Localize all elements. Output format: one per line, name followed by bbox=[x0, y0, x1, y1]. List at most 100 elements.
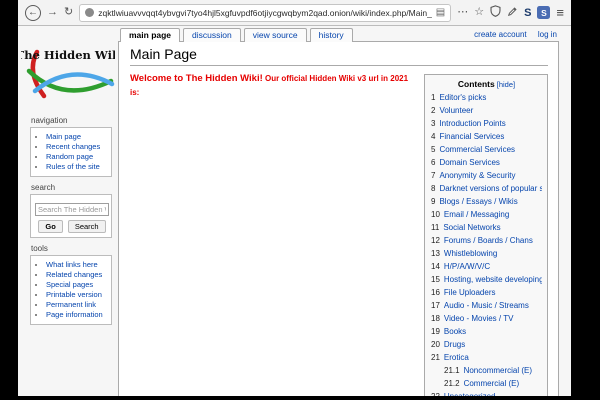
toc-number: 6 bbox=[431, 158, 435, 167]
toc-link[interactable]: Forums / Boards / Chans bbox=[444, 236, 533, 245]
log-in-link[interactable]: log in bbox=[538, 30, 557, 39]
page-actions-icon[interactable]: ⋯ bbox=[457, 7, 468, 18]
url-text: zqktlwiuavvvqqt4ybvgvi7tyo4hjl5xgfuvpdf6… bbox=[98, 8, 432, 18]
sidebar-item-link[interactable]: Main page bbox=[46, 132, 81, 141]
tools-item-link[interactable]: Special pages bbox=[46, 280, 93, 289]
bookmark-star-icon[interactable]: ☆ bbox=[474, 7, 484, 18]
toc-number: 19 bbox=[431, 327, 440, 336]
toc-number: 17 bbox=[431, 301, 440, 310]
create-account-link[interactable]: create account bbox=[474, 30, 526, 39]
extension-badge-icon[interactable]: S bbox=[537, 6, 550, 19]
toc-link[interactable]: Erotica bbox=[444, 353, 469, 362]
toc-entry: 20 Drugs bbox=[431, 338, 542, 351]
page-title: Main Page bbox=[130, 46, 548, 66]
tools-item: Related changes bbox=[46, 270, 109, 280]
tab-main-page[interactable]: main page bbox=[120, 28, 180, 42]
toc-entry: 17 Audio - Music / Streams bbox=[431, 299, 542, 312]
toc-link[interactable]: Video - Movies / TV bbox=[444, 314, 514, 323]
url-bar[interactable]: zqktlwiuavvvqqt4ybvgvi7tyo4hjl5xgfuvpdf6… bbox=[79, 4, 451, 22]
toc-link[interactable]: Anonymity & Security bbox=[439, 171, 515, 180]
search-header: search bbox=[31, 183, 112, 192]
browser-window: ← → ↻ zqktlwiuavvvqqt4ybvgvi7tyo4hjl5xgf… bbox=[18, 0, 571, 396]
toc-entry: 16File Uploaders bbox=[431, 286, 542, 299]
logo-title: The Hidden Wiki bbox=[21, 48, 115, 62]
toc-link[interactable]: Editor's picks bbox=[439, 93, 486, 102]
toc-link[interactable]: Financial Services bbox=[439, 132, 504, 141]
sidebar-item-link[interactable]: Rules of the site bbox=[46, 162, 100, 171]
tab-view-source[interactable]: view source bbox=[244, 28, 307, 42]
tools-item: Special pages bbox=[46, 280, 109, 290]
toc-entry: 9 Blogs / Essays / Wikis bbox=[431, 195, 542, 208]
toc-entry: 7Anonymity & Security bbox=[431, 169, 542, 182]
tab-discussion[interactable]: discussion bbox=[183, 28, 241, 42]
toc-link[interactable]: Domain Services bbox=[439, 158, 499, 167]
toc-number: 22 bbox=[431, 392, 440, 396]
navigation-list: Main pageRecent changesRandom pageRules … bbox=[35, 132, 109, 172]
search-input[interactable] bbox=[35, 203, 109, 216]
forward-button[interactable]: → bbox=[47, 7, 58, 18]
tools-item-link[interactable]: Page information bbox=[46, 310, 103, 319]
toc-link[interactable]: Whistleblowing bbox=[444, 249, 497, 258]
toc-link[interactable]: Noncommercial (E) bbox=[464, 366, 532, 375]
toc-number: 8 bbox=[431, 184, 435, 193]
toc-entry: 6 Domain Services bbox=[431, 156, 542, 169]
sidebar-item: Random page bbox=[46, 152, 109, 162]
search-portlet: search Go Search bbox=[30, 183, 112, 238]
tools-item: Printable version bbox=[46, 290, 109, 300]
toc-entry: 8 Darknet versions of popular sites bbox=[431, 182, 542, 195]
content-tabs: main pagediscussionview sourcehistory bbox=[120, 28, 353, 42]
toc-number: 20 bbox=[431, 340, 440, 349]
sidebar-item-link[interactable]: Random page bbox=[46, 152, 93, 161]
toc-number: 9 bbox=[431, 197, 435, 206]
toc-link[interactable]: Blogs / Essays / Wikis bbox=[439, 197, 517, 206]
tools-item-link[interactable]: Related changes bbox=[46, 270, 102, 279]
navigation-portlet: navigation Main pageRecent changesRandom… bbox=[30, 116, 112, 177]
toc-link[interactable]: Commercial (E) bbox=[464, 379, 520, 388]
sidebar-item: Recent changes bbox=[46, 142, 109, 152]
tools-item-link[interactable]: Permanent link bbox=[46, 300, 96, 309]
toc-link[interactable]: H/P/A/W/V/C bbox=[444, 262, 490, 271]
reload-button[interactable]: ↻ bbox=[64, 7, 73, 18]
toc-list: 1Editor's picks 2 Volunteer 3 Introduction P… bbox=[431, 91, 542, 396]
go-button[interactable]: Go bbox=[38, 220, 62, 233]
toc-link[interactable]: Darknet versions of popular sites bbox=[439, 184, 542, 193]
toc-link[interactable]: Hosting, website developing bbox=[444, 275, 542, 284]
toc-entry: 5Commercial Services bbox=[431, 143, 542, 156]
toc-number: 21.2 bbox=[444, 379, 460, 388]
toc-link[interactable]: Social Networks bbox=[443, 223, 500, 232]
site-identity-icon[interactable] bbox=[85, 8, 94, 17]
toc-number: 14 bbox=[431, 262, 440, 271]
toc-entry: 21.2 Commercial (E) bbox=[431, 377, 542, 390]
pencil-icon[interactable] bbox=[507, 6, 518, 20]
tools-item-link[interactable]: What links here bbox=[46, 260, 98, 269]
back-button[interactable]: ← bbox=[25, 5, 41, 21]
tools-item-link[interactable]: Printable version bbox=[46, 290, 102, 299]
search-button[interactable]: Search bbox=[68, 220, 106, 233]
toc-link[interactable]: File Uploaders bbox=[444, 288, 496, 297]
toc-number: 2 bbox=[431, 106, 435, 115]
toc-entry: 1Editor's picks bbox=[431, 91, 542, 104]
reader-mode-icon[interactable]: ▤ bbox=[436, 7, 445, 18]
browser-toolbar: ← → ↻ zqktlwiuavvvqqt4ybvgvi7tyo4hjl5xgf… bbox=[18, 0, 571, 26]
toc-link[interactable]: Books bbox=[444, 327, 466, 336]
toc-number: 3 bbox=[431, 119, 435, 128]
tools-list: What links hereRelated changesSpecial pa… bbox=[35, 260, 109, 320]
tab-history[interactable]: history bbox=[310, 28, 353, 42]
sidebar: The Hidden Wiki navigation Main pageRece… bbox=[18, 26, 118, 327]
extension-s-icon[interactable]: S bbox=[524, 7, 531, 19]
menu-icon[interactable]: ≡ bbox=[556, 6, 564, 19]
toc-link[interactable]: Volunteer bbox=[439, 106, 473, 115]
shield-icon[interactable] bbox=[490, 5, 501, 20]
toc-link[interactable]: Commercial Services bbox=[439, 145, 515, 154]
toc-hide-link[interactable]: [hide] bbox=[497, 80, 515, 89]
toc-number: 11 bbox=[431, 223, 439, 232]
toc-link[interactable]: Uncategorized bbox=[444, 392, 496, 396]
toc-link[interactable]: Audio - Music / Streams bbox=[444, 301, 529, 310]
wiki-logo[interactable]: The Hidden Wiki bbox=[18, 26, 118, 110]
welcome-lead: Welcome to The Hidden Wiki! bbox=[130, 73, 263, 84]
toc-number: 13 bbox=[431, 249, 440, 258]
sidebar-item-link[interactable]: Recent changes bbox=[46, 142, 100, 151]
toc-link[interactable]: Email / Messaging bbox=[444, 210, 509, 219]
toc-link[interactable]: Drugs bbox=[444, 340, 465, 349]
toc-link[interactable]: Introduction Points bbox=[439, 119, 505, 128]
